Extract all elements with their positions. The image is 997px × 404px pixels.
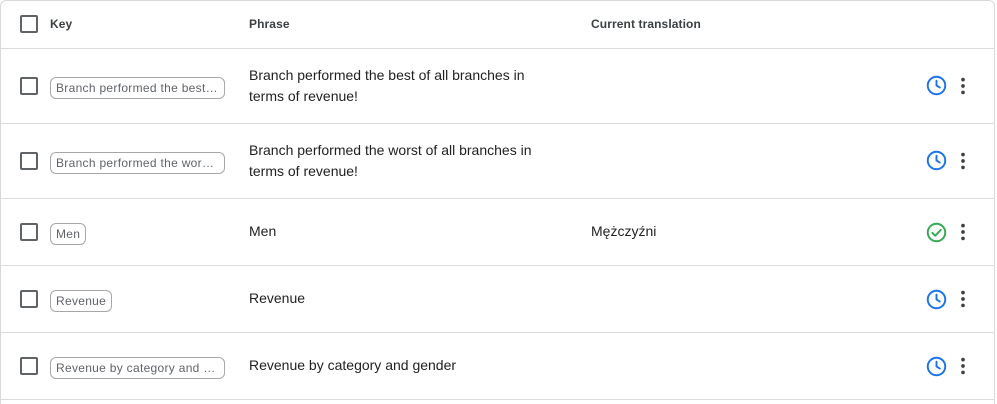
clock-icon <box>926 150 947 171</box>
more-vert-icon[interactable] <box>952 150 974 172</box>
table-row[interactable]: Branch performed the best … Branch perfo… <box>1 49 994 124</box>
more-vert-icon[interactable] <box>952 355 974 377</box>
key-chip[interactable]: Branch performed the best … <box>50 77 225 99</box>
phrase-text[interactable]: Branch performed the worst of all branch… <box>249 140 549 182</box>
table-row[interactable]: Revenue by category and g… Revenue by ca… <box>1 333 994 400</box>
more-vert-icon[interactable] <box>952 221 974 243</box>
row-checkbox[interactable] <box>20 77 38 95</box>
row-checkbox[interactable] <box>20 223 38 241</box>
table-row[interactable]: Branch performed the wors… Branch perfor… <box>1 124 994 199</box>
row-checkbox[interactable] <box>20 152 38 170</box>
more-vert-icon[interactable] <box>952 75 974 97</box>
key-chip[interactable]: Revenue by category and g… <box>50 357 225 379</box>
select-all-checkbox[interactable] <box>20 15 38 33</box>
key-chip[interactable]: Men <box>50 223 87 245</box>
phrase-text[interactable]: Men <box>249 221 549 242</box>
phrase-text[interactable]: Revenue <box>249 288 549 309</box>
phrase-text[interactable]: Branch performed the best of all branche… <box>249 65 549 107</box>
column-header-translation: Current translation <box>591 17 701 31</box>
table-row[interactable]: Men Men Mężczyźni <box>1 199 994 266</box>
clock-icon <box>926 356 947 377</box>
table-header: Key Phrase Current translation <box>1 1 994 49</box>
translation-text[interactable]: Mężczyźni <box>591 221 656 242</box>
check-circle-icon <box>926 222 947 243</box>
clock-icon <box>926 289 947 310</box>
clock-icon <box>926 75 947 96</box>
column-header-key: Key <box>50 17 73 31</box>
key-chip[interactable]: Branch performed the wors… <box>50 152 225 174</box>
phrase-text[interactable]: Revenue by category and gender <box>249 355 549 376</box>
column-header-phrase: Phrase <box>249 17 290 31</box>
key-chip[interactable]: Revenue <box>50 290 113 312</box>
table-row[interactable]: Revenue Revenue <box>1 266 994 333</box>
row-checkbox[interactable] <box>20 290 38 308</box>
more-vert-icon[interactable] <box>952 288 974 310</box>
row-checkbox[interactable] <box>20 357 38 375</box>
translations-table: Key Phrase Current translation Branch pe… <box>0 0 995 404</box>
